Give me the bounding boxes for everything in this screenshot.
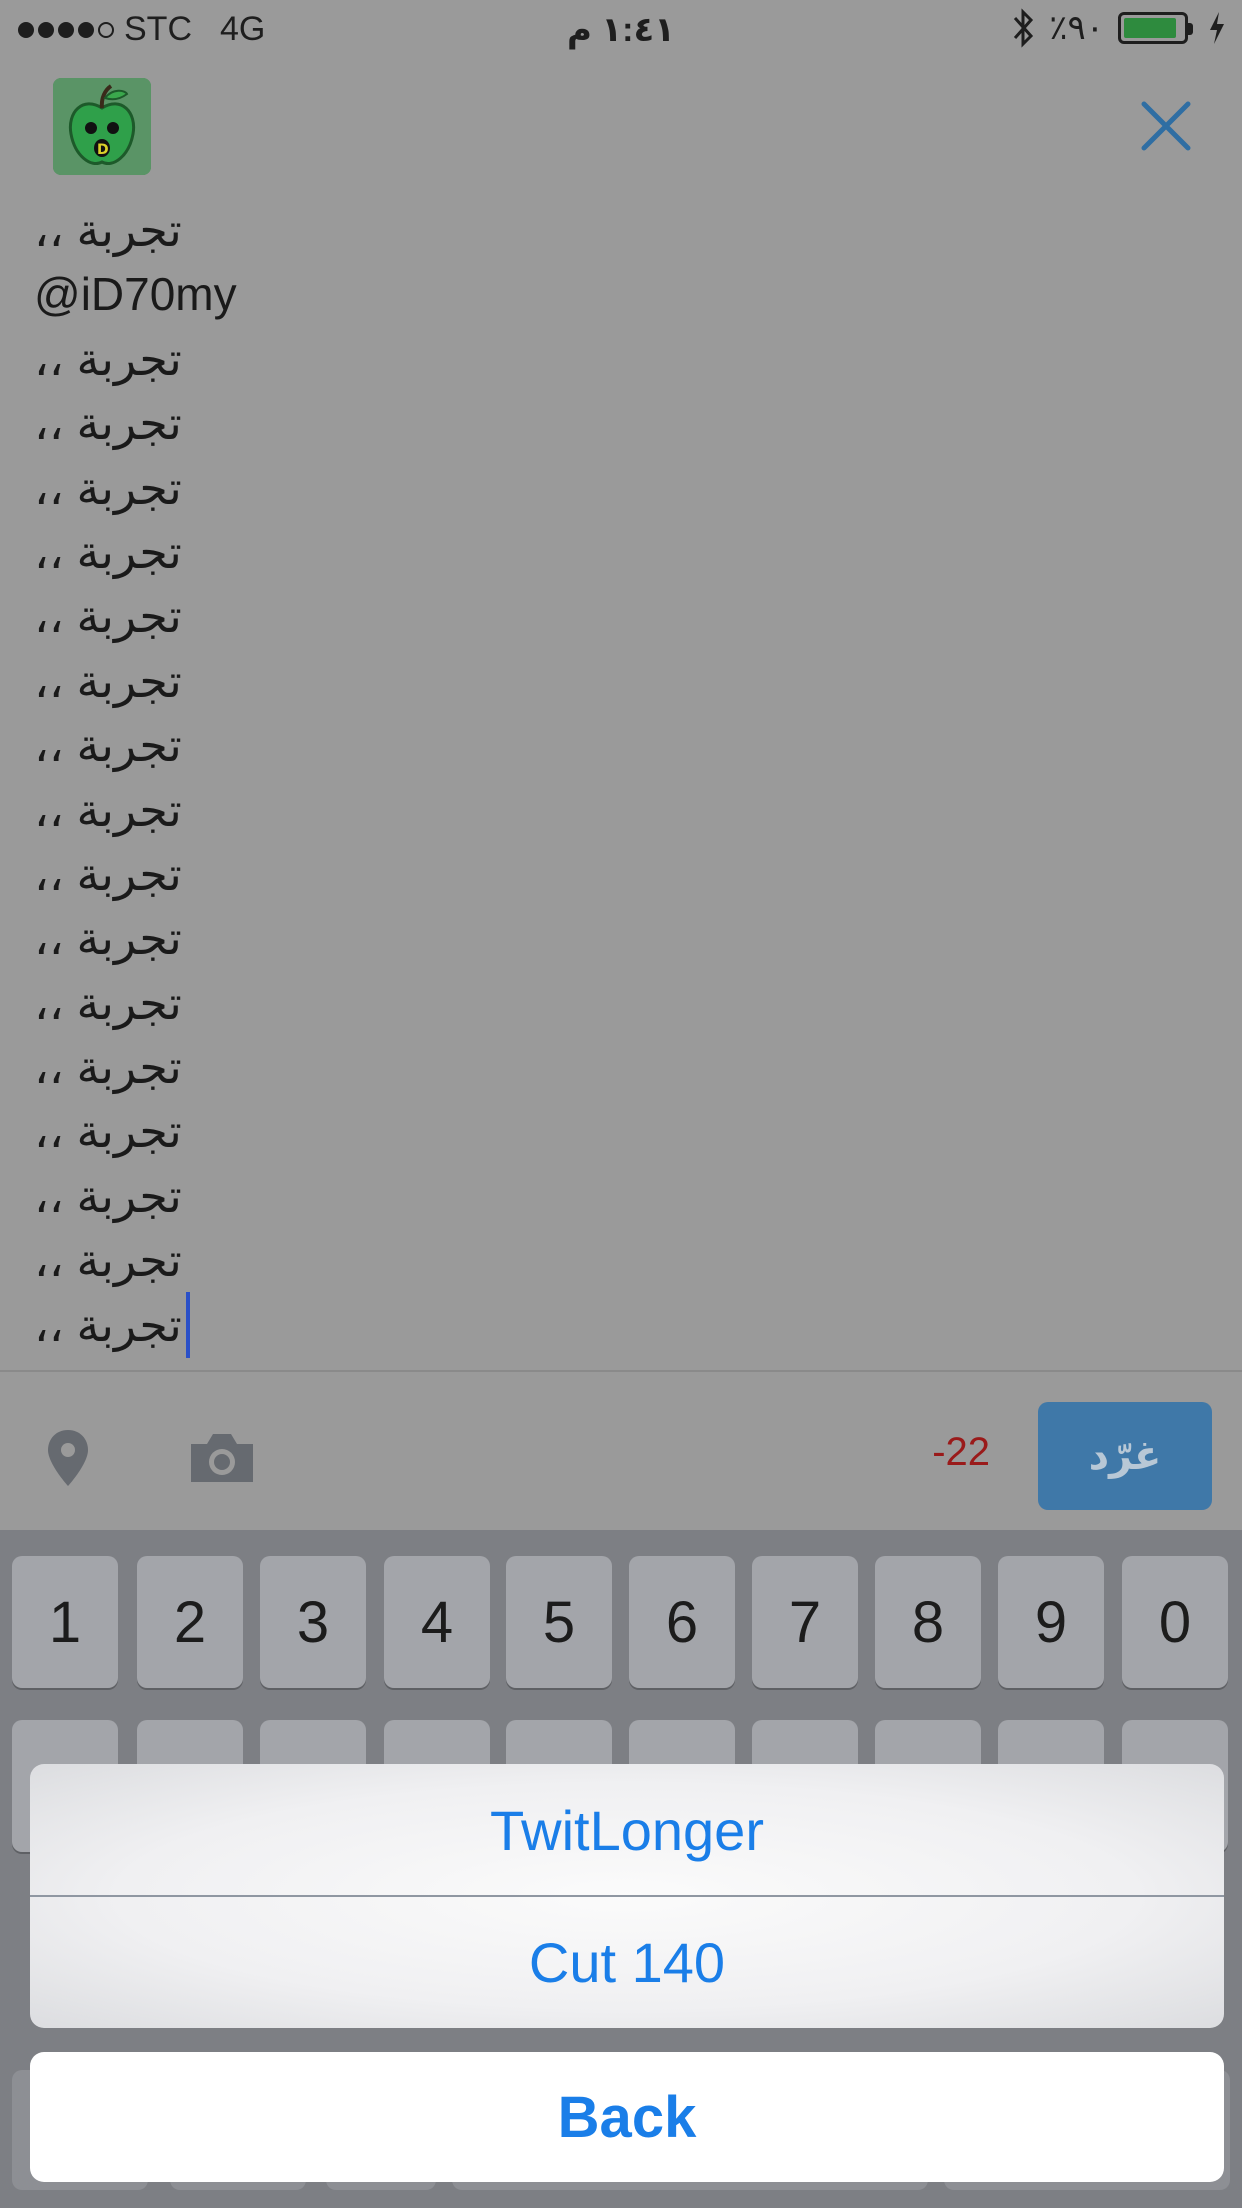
back-button[interactable]: Back — [30, 2052, 1224, 2182]
close-button[interactable] — [1136, 96, 1196, 156]
text-caret — [185, 1291, 190, 1358]
tweet-line-last: ،، تجربة — [34, 1291, 1214, 1358]
battery-percent: ٪٩٠ — [1049, 9, 1104, 47]
apple-avatar-icon[interactable]: D — [53, 78, 151, 175]
tweet-line: ،، تجربة — [34, 204, 182, 256]
tweet-line: ،، تجربة — [34, 1234, 182, 1287]
twitlonger-option-button[interactable]: TwitLonger — [30, 1764, 1224, 1896]
character-count: -22 — [932, 1430, 990, 1474]
tweet-line: ،، تجربة — [34, 590, 182, 643]
key-2[interactable]: 2 — [137, 1556, 243, 1688]
key-4[interactable]: 4 — [384, 1556, 490, 1688]
key-0[interactable]: 0 — [1122, 1556, 1228, 1688]
key-9[interactable]: 9 — [998, 1556, 1104, 1688]
tweet-line: ،، تجربة — [34, 332, 182, 385]
key-7[interactable]: 7 — [752, 1556, 858, 1688]
tweet-line-text: ،، تجربة — [34, 1298, 182, 1351]
battery-level — [1124, 18, 1177, 38]
camera-icon[interactable] — [187, 1430, 257, 1486]
tweet-send-button[interactable]: غرّد — [1038, 1402, 1212, 1510]
charging-icon — [1210, 12, 1224, 44]
status-right: ٪٩٠ — [1011, 8, 1226, 48]
tweet-line: ،، تجربة — [34, 976, 182, 1029]
cut-140-option-button[interactable]: Cut 140 — [30, 1896, 1224, 2028]
tweet-line: ،، تجربة — [34, 461, 182, 514]
tweet-line: ،، تجربة — [34, 1041, 182, 1094]
key-3[interactable]: 3 — [260, 1556, 366, 1688]
key-5[interactable]: 5 — [506, 1556, 612, 1688]
tweet-line: ،، تجربة — [34, 912, 182, 965]
status-bar: STC 4G ١:٤١ م ٪٩٠ — [0, 0, 1242, 60]
svg-text:D: D — [97, 142, 109, 158]
bluetooth-icon — [1014, 8, 1034, 48]
battery-icon — [1118, 12, 1193, 44]
tweet-line: ،، تجربة — [34, 1105, 182, 1158]
key-1[interactable]: 1 — [12, 1556, 118, 1688]
tweet-text-input[interactable]: ،، تجربة @iD70my ،، تجربة ،، تجربة ،، تج… — [34, 198, 1214, 1358]
location-pin-icon[interactable] — [44, 1428, 92, 1488]
tweet-line: ،، تجربة — [34, 1169, 182, 1222]
action-sheet: TwitLonger Cut 140 — [30, 1764, 1224, 2028]
tweet-line: ،، تجربة — [34, 397, 182, 450]
key-8[interactable]: 8 — [875, 1556, 981, 1688]
tweet-line: ،، تجربة — [34, 525, 182, 578]
tweet-line: ،، تجربة — [34, 654, 182, 707]
close-icon — [1141, 101, 1191, 151]
tweet-line: ،، تجربة — [34, 783, 182, 836]
compose-toolbar: -22 غرّد — [0, 1370, 1242, 1530]
tweet-line-mention: @iD70my — [34, 268, 237, 321]
tweet-line: ،، تجربة — [34, 719, 182, 772]
tweet-line: ،، تجربة — [34, 847, 182, 900]
key-6[interactable]: 6 — [629, 1556, 735, 1688]
